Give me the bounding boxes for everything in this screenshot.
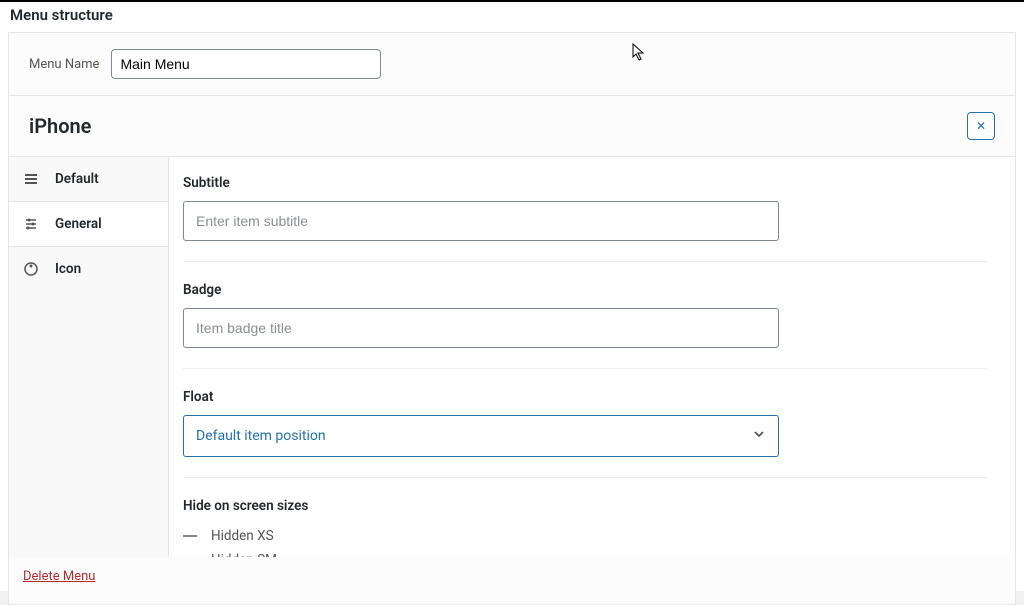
hide-option-xs[interactable]: Hidden XS (183, 524, 987, 548)
footer: Delete Menu (8, 557, 1016, 605)
close-icon: ✕ (976, 119, 986, 133)
tab-label: Icon (55, 261, 81, 277)
hide-option-label: Hidden SM (211, 552, 277, 557)
subtitle-field: Subtitle (183, 175, 987, 262)
chevron-down-icon (752, 427, 766, 445)
subtitle-input[interactable] (183, 201, 779, 241)
float-label: Float (183, 389, 987, 405)
float-field: Float Default item position (183, 389, 987, 478)
tab-label: General (55, 216, 102, 232)
menu-name-label: Menu Name (29, 57, 99, 72)
hide-option-label: Hidden XS (211, 528, 274, 544)
editor-body: Default General Icon Subtitle Bad (8, 157, 1016, 557)
panel-title: Menu structure (0, 2, 1024, 28)
menu-name-input[interactable] (111, 49, 381, 79)
tab-label: Default (55, 171, 99, 187)
menu-name-row: Menu Name (8, 32, 1016, 96)
float-selected-value: Default item position (196, 428, 326, 444)
tab-general[interactable]: General (9, 202, 168, 247)
content-column[interactable]: Subtitle Badge Float Default item positi… (169, 157, 1015, 557)
badge-input[interactable] (183, 308, 779, 348)
palette-icon (23, 262, 39, 276)
hide-sizes-field: Hide on screen sizes Hidden XS Hidden SM… (183, 498, 987, 557)
hide-sizes-label: Hide on screen sizes (183, 498, 987, 514)
item-header: iPhone ✕ (8, 96, 1016, 157)
hide-option-sm[interactable]: Hidden SM (183, 548, 987, 557)
sliders-icon (23, 217, 39, 231)
menu-icon (23, 172, 39, 186)
item-title: iPhone (29, 114, 91, 138)
tab-icon[interactable]: Icon (9, 247, 168, 291)
subtitle-label: Subtitle (183, 175, 987, 191)
close-button[interactable]: ✕ (967, 112, 995, 140)
delete-menu-link[interactable]: Delete Menu (23, 569, 95, 584)
float-select[interactable]: Default item position (183, 415, 779, 457)
badge-field: Badge (183, 282, 987, 369)
dash-icon (183, 535, 197, 537)
badge-label: Badge (183, 282, 987, 298)
tab-default[interactable]: Default (9, 157, 168, 202)
tabs-column: Default General Icon (9, 157, 169, 557)
